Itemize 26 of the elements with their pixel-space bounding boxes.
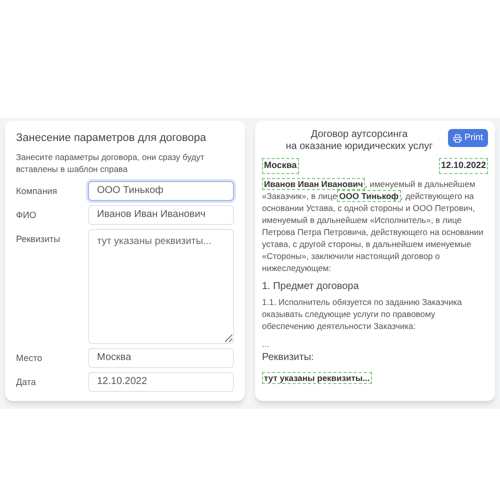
ellipsis-text: ...	[262, 338, 270, 350]
field-label: Компания	[16, 184, 58, 198]
filled-field: тут указаны реквизиты...	[262, 372, 372, 384]
field-label: ФИО	[16, 208, 36, 222]
form-hint: Занесите параметры договора, они сразу будут вставлены в шаблон справа	[16, 150, 206, 174]
document-title: Договор аутсорсинга	[310, 129, 408, 141]
requisites-field[interactable]: тут указаны реквизиты...	[88, 228, 234, 344]
section-text: 1.1. Исполнитель обязуется по заданию Заказчика оказывать следующие услуги по правовому обеспечению деятельности Заказчика:	[262, 296, 463, 332]
filled-field: ООО Тинькоф	[337, 190, 401, 202]
filled-field: Иванов Иван Иванович	[262, 178, 365, 190]
input-field[interactable]: 12.10.2022	[88, 372, 234, 392]
print-button[interactable]: Print	[448, 129, 488, 147]
filled-field: 12.10.2022	[438, 158, 488, 174]
input-field[interactable]: Москва	[88, 348, 234, 368]
printer-icon	[453, 134, 462, 142]
filled-field: Москва	[262, 158, 299, 174]
section-heading: 1. Предмет договора	[262, 280, 360, 294]
input-field[interactable]: Иванов Иван Иванович	[88, 204, 234, 224]
field-label: Реквизиты	[16, 232, 60, 246]
contract-paragraph: Иванов Иван Иванович , именуемый в дальнейшем «Заказчик», в лице ООО Тинькоф , действующего на основании Устава, с одной стороны и ООО Петрович, именуемый в дальнейшем «Исполнитель», в лице Петрова Петра Петровича, действующего на основании устава, с другой стороны, в дальнейшем именуемые «Стороны», заключили настоящий договор о нижеследующем:	[262, 178, 484, 274]
field-label: Дата	[16, 376, 36, 389]
input-field[interactable]: ООО Тинькоф	[88, 180, 234, 200]
form-title: Занесение параметров для договора	[16, 131, 208, 146]
requisites-heading: Реквизиты:	[262, 351, 315, 366]
field-label: Место	[16, 352, 42, 364]
document-title: на оказание юридических услуг	[286, 141, 433, 153]
